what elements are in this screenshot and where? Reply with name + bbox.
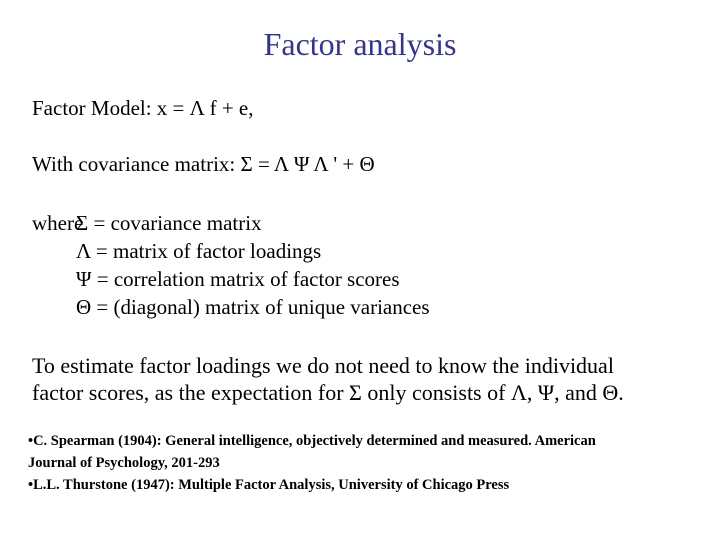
- definition-theta: Θ = (diagonal) matrix of unique variance…: [76, 295, 430, 319]
- definition-row: Λ = matrix of factor loadings: [32, 237, 430, 265]
- explanation-paragraph: To estimate factor loadings we do not ne…: [32, 352, 712, 406]
- definition-row: Θ = (diagonal) matrix of unique variance…: [32, 293, 430, 321]
- definitions-list: where Σ = covariance matrix Λ = matrix o…: [32, 209, 430, 321]
- paragraph-line: factor scores, as the expectation for Σ …: [32, 380, 624, 405]
- reference-thurstone: •L.L. Thurstone (1947): Multiple Factor …: [28, 477, 510, 493]
- definition-row: where Σ = covariance matrix: [32, 209, 430, 237]
- reference-spearman: •C. Spearman (1904): General intelligenc…: [28, 433, 596, 449]
- definition-sigma: Σ = covariance matrix: [76, 211, 262, 235]
- slide-title: Factor analysis: [263, 26, 457, 62]
- definition-psi: Ψ = correlation matrix of factor scores: [76, 267, 400, 291]
- definition-lambda: Λ = matrix of factor loadings: [76, 239, 322, 263]
- reference-spearman-cont: Journal of Psychology, 201-293: [28, 455, 220, 471]
- factor-model-equation: Factor Model: x = Λ f + e,: [32, 96, 254, 120]
- paragraph-line: To estimate factor loadings we do not ne…: [32, 353, 614, 378]
- definition-row: Ψ = correlation matrix of factor scores: [32, 265, 430, 293]
- references: •C. Spearman (1904): General intelligenc…: [28, 430, 718, 496]
- where-label: where: [32, 211, 84, 235]
- covariance-equation: With covariance matrix: Σ = Λ Ψ Λ ' + Θ: [32, 152, 375, 176]
